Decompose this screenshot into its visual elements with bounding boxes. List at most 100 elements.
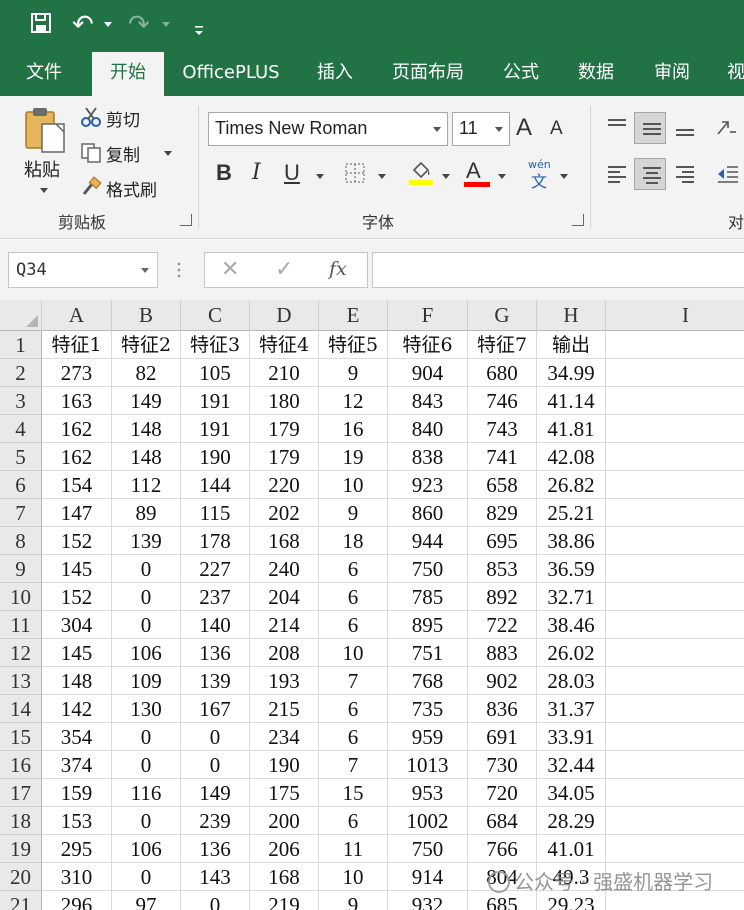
column-header-b[interactable]: B (112, 300, 181, 331)
row-header-18[interactable]: 18 (0, 807, 42, 835)
cell-e13[interactable]: 7 (319, 667, 388, 695)
cell-c9[interactable]: 227 (181, 555, 250, 583)
tab-file[interactable]: 文件 (10, 50, 78, 96)
font-name-select[interactable]: Times New Roman (208, 112, 448, 146)
cell-d7[interactable]: 202 (250, 499, 319, 527)
cell-a18[interactable]: 153 (42, 807, 112, 835)
cell-f19[interactable]: 750 (388, 835, 468, 863)
cell-b9[interactable]: 0 (112, 555, 181, 583)
cell-d15[interactable]: 234 (250, 723, 319, 751)
row-header-2[interactable]: 2 (0, 359, 42, 387)
align-top-button[interactable] (600, 112, 632, 144)
copy-dropdown-icon[interactable] (164, 151, 172, 156)
bold-button[interactable]: B (216, 160, 232, 186)
cell-e1[interactable]: 特征5 (319, 331, 388, 359)
cell-g6[interactable]: 658 (468, 471, 537, 499)
cell-g16[interactable]: 730 (468, 751, 537, 779)
undo-button[interactable]: ↶ (72, 10, 94, 40)
align-left-button[interactable] (600, 158, 632, 190)
row-header-1[interactable]: 1 (0, 331, 42, 359)
cell-g12[interactable]: 883 (468, 639, 537, 667)
orientation-icon[interactable] (714, 116, 738, 140)
cell-g8[interactable]: 695 (468, 527, 537, 555)
tab-insert[interactable]: 插入 (300, 50, 370, 96)
cell-a8[interactable]: 152 (42, 527, 112, 555)
cell-f1[interactable]: 特征6 (388, 331, 468, 359)
cell-d16[interactable]: 190 (250, 751, 319, 779)
copy-button[interactable]: 复制 (106, 141, 140, 166)
cell-b19[interactable]: 106 (112, 835, 181, 863)
paste-icon[interactable] (22, 106, 68, 154)
font-color-button[interactable]: A (466, 158, 481, 184)
underline-dropdown-icon[interactable] (316, 174, 324, 179)
cell-a13[interactable]: 148 (42, 667, 112, 695)
customize-toolbar-icon[interactable] (194, 16, 204, 35)
cell-g19[interactable]: 766 (468, 835, 537, 863)
cell-e11[interactable]: 6 (319, 611, 388, 639)
row-header-14[interactable]: 14 (0, 695, 42, 723)
cell-d12[interactable]: 208 (250, 639, 319, 667)
cell-b16[interactable]: 0 (112, 751, 181, 779)
cell-c3[interactable]: 191 (181, 387, 250, 415)
cell-a2[interactable]: 273 (42, 359, 112, 387)
cell-c20[interactable]: 143 (181, 863, 250, 891)
cell-c17[interactable]: 149 (181, 779, 250, 807)
cell-a5[interactable]: 162 (42, 443, 112, 471)
phonetic-guide-button[interactable]: 文 (531, 168, 547, 192)
cell-f11[interactable]: 895 (388, 611, 468, 639)
cell-d18[interactable]: 200 (250, 807, 319, 835)
cell-b7[interactable]: 89 (112, 499, 181, 527)
cell-g15[interactable]: 691 (468, 723, 537, 751)
column-header-i[interactable]: I (606, 300, 744, 331)
worksheet-grid[interactable]: A B C D E F G H I 1 特征1 特征2 特征3 特征4 特征5 特征6 特征7 输出 2 273 82 1… (0, 300, 744, 910)
cell-h1[interactable]: 输出 (537, 331, 606, 359)
cell-f4[interactable]: 840 (388, 415, 468, 443)
cell-c7[interactable]: 115 (181, 499, 250, 527)
cell-f16[interactable]: 1013 (388, 751, 468, 779)
cell-b14[interactable]: 130 (112, 695, 181, 723)
cell-a20[interactable]: 310 (42, 863, 112, 891)
cell-g14[interactable]: 836 (468, 695, 537, 723)
cell-h2[interactable]: 34.99 (537, 359, 606, 387)
cell-f7[interactable]: 860 (388, 499, 468, 527)
cell-f15[interactable]: 959 (388, 723, 468, 751)
cell-g2[interactable]: 680 (468, 359, 537, 387)
cell-f5[interactable]: 838 (388, 443, 468, 471)
row-header-10[interactable]: 10 (0, 583, 42, 611)
row-header-17[interactable]: 17 (0, 779, 42, 807)
cell-i7[interactable] (606, 499, 744, 527)
cell-d17[interactable]: 175 (250, 779, 319, 807)
cell-c18[interactable]: 239 (181, 807, 250, 835)
cell-e5[interactable]: 19 (319, 443, 388, 471)
cell-c11[interactable]: 140 (181, 611, 250, 639)
name-box[interactable]: Q34 (8, 252, 158, 288)
format-painter-button[interactable]: 格式刷 (106, 176, 157, 201)
cell-a15[interactable]: 354 (42, 723, 112, 751)
more-options-icon[interactable] (176, 260, 182, 280)
cell-c10[interactable]: 237 (181, 583, 250, 611)
cell-i10[interactable] (606, 583, 744, 611)
column-header-h[interactable]: H (537, 300, 606, 331)
cancel-icon[interactable]: ✕ (221, 257, 239, 282)
row-header-9[interactable]: 9 (0, 555, 42, 583)
cut-button[interactable]: 剪切 (106, 106, 140, 131)
cell-g17[interactable]: 720 (468, 779, 537, 807)
cell-e16[interactable]: 7 (319, 751, 388, 779)
cell-f21[interactable]: 932 (388, 891, 468, 910)
cell-e3[interactable]: 12 (319, 387, 388, 415)
font-size-select[interactable]: 11 (452, 112, 510, 146)
font-color-dropdown-icon[interactable] (498, 174, 506, 179)
row-header-13[interactable]: 13 (0, 667, 42, 695)
clipboard-dialog-launcher-icon[interactable] (180, 214, 192, 226)
cell-c16[interactable]: 0 (181, 751, 250, 779)
cell-g11[interactable]: 722 (468, 611, 537, 639)
underline-button[interactable]: U (284, 160, 300, 186)
column-header-g[interactable]: G (468, 300, 537, 331)
cell-a9[interactable]: 145 (42, 555, 112, 583)
row-header-8[interactable]: 8 (0, 527, 42, 555)
cell-i6[interactable] (606, 471, 744, 499)
cell-a4[interactable]: 162 (42, 415, 112, 443)
cell-i17[interactable] (606, 779, 744, 807)
cell-e15[interactable]: 6 (319, 723, 388, 751)
cell-b2[interactable]: 82 (112, 359, 181, 387)
